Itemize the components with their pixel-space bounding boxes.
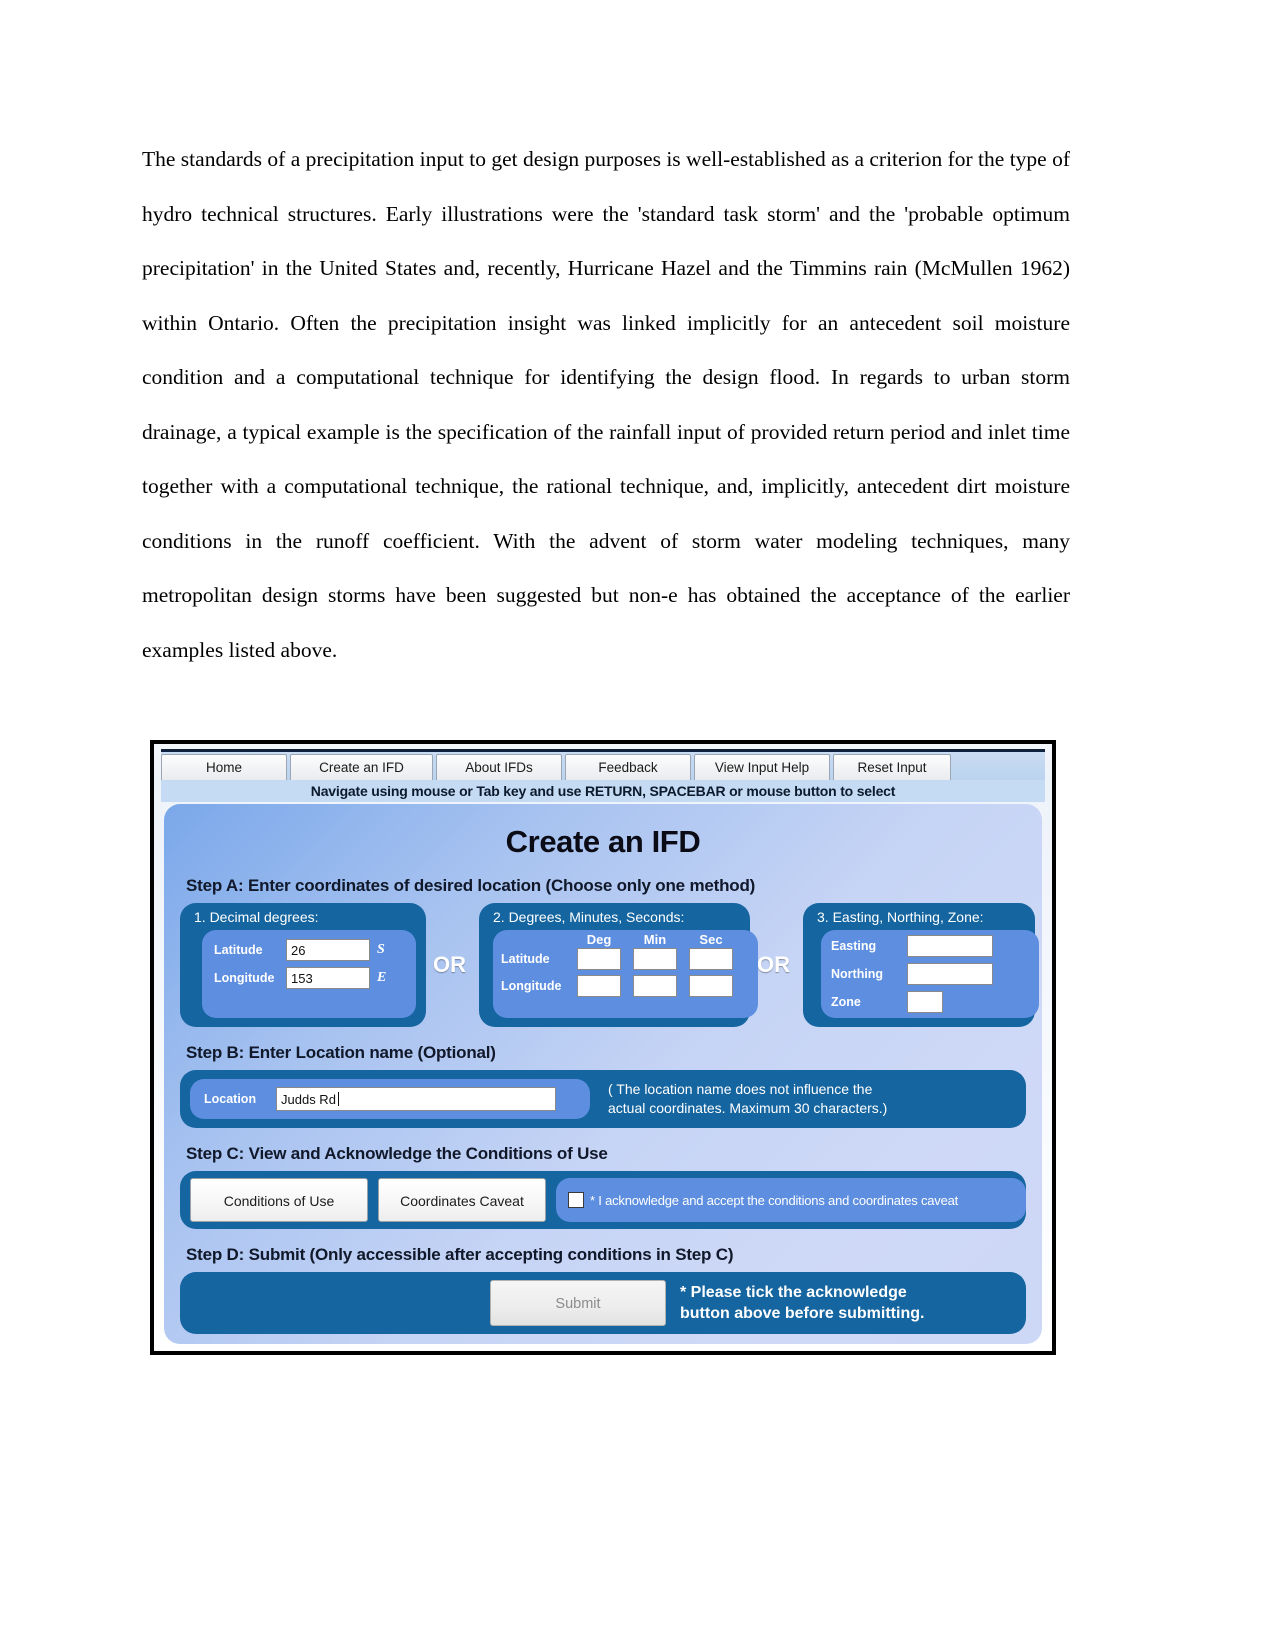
page-title: Create an IFD (505, 824, 701, 859)
submit-note-line-2: button above before submitting. (680, 1305, 925, 1322)
min-column-header: Min (643, 932, 667, 947)
method-decimal-degrees: 1. Decimal degrees: Latitude 26 S Longit… (180, 903, 426, 1027)
deg-column-header: Deg (586, 932, 612, 947)
location-note-line-1: ( The location name does not influence t… (608, 1081, 873, 1097)
acknowledge-group[interactable]: * I acknowledge and accept the condition… (556, 1178, 1026, 1222)
step-c-label: Step C: View and Acknowledge the Conditi… (186, 1144, 608, 1163)
sec-column-header: Sec (699, 932, 723, 947)
zone-input[interactable] (907, 991, 943, 1013)
tab-home[interactable]: Home (161, 754, 287, 780)
step-a-methods: 1. Decimal degrees: Latitude 26 S Longit… (180, 903, 1039, 1027)
method-1-title: 1. Decimal degrees: (194, 909, 319, 925)
latitude-min-input[interactable] (633, 948, 677, 970)
method-2-fields: Deg Min Sec Latitude Longitude (493, 930, 758, 1018)
step-b-bar: Location Judds Rd ( The location name do… (180, 1070, 1026, 1128)
location-input-value: Judds Rd (281, 1092, 336, 1107)
method-easting-northing-zone: 3. Easting, Northing, Zone: Easting Nort… (803, 903, 1039, 1027)
longitude-dms-row: Longitude (501, 975, 758, 997)
location-label: Location (204, 1092, 257, 1106)
acknowledge-checkbox[interactable] (568, 1192, 584, 1208)
latitude-sec-input[interactable] (689, 948, 733, 970)
location-field-group: Location Judds Rd (190, 1079, 590, 1119)
zone-row: Zone (831, 991, 1039, 1013)
longitude-sec-input[interactable] (689, 975, 733, 997)
latitude-label: Latitude (214, 943, 263, 957)
step-d-bar: Submit * Please tick the acknowledge but… (180, 1272, 1026, 1334)
app-window: Home Create an IFD About IFDs Feedback V… (154, 744, 1052, 1351)
method-3-title: 3. Easting, Northing, Zone: (817, 909, 984, 925)
latitude-decimal-row: Latitude 26 S (214, 939, 416, 961)
dms-column-headers: Deg Min Sec (577, 932, 758, 947)
latitude-deg-input[interactable] (577, 948, 621, 970)
longitude-min-input[interactable] (633, 975, 677, 997)
step-a-label: Step A: Enter coordinates of desired loc… (186, 876, 756, 895)
tab-create-an-ifd[interactable]: Create an IFD (290, 754, 433, 780)
conditions-of-use-button[interactable]: Conditions of Use (190, 1178, 368, 1222)
acknowledge-label: * I acknowledge and accept the condition… (590, 1192, 959, 1208)
coordinates-caveat-button[interactable]: Coordinates Caveat (378, 1178, 546, 1222)
easting-row: Easting (831, 935, 1039, 957)
northing-input[interactable] (907, 963, 993, 985)
method-2-title: 2. Degrees, Minutes, Seconds: (493, 909, 685, 925)
longitude-hemisphere-label: E (377, 970, 387, 985)
step-d-label: Step D: Submit (Only accessible after ac… (186, 1245, 734, 1264)
latitude-hemisphere-label: S (377, 942, 385, 957)
submit-button[interactable]: Submit (490, 1280, 666, 1326)
document-paragraph: The standards of a precipitation input t… (142, 147, 1070, 662)
method-3-fields: Easting Northing Zone (821, 930, 1039, 1018)
latitude-dms-label: Latitude (501, 952, 550, 966)
longitude-dms-label: Longitude (501, 979, 562, 993)
tab-feedback[interactable]: Feedback (565, 754, 691, 780)
location-note-line-2: actual coordinates. Maximum 30 character… (608, 1100, 888, 1116)
method-1-fields: Latitude 26 S Longitude 153 E (202, 930, 416, 1018)
submit-note: * Please tick the acknowledge button abo… (680, 1282, 924, 1324)
easting-label: Easting (831, 939, 877, 953)
method-degrees-minutes-seconds: 2. Degrees, Minutes, Seconds: Deg Min Se… (479, 903, 758, 1027)
embedded-screenshot-figure: Home Create an IFD About IFDs Feedback V… (150, 740, 1056, 1355)
step-b-label: Step B: Enter Location name (Optional) (186, 1043, 496, 1062)
zone-label: Zone (831, 995, 861, 1009)
northing-label: Northing (831, 967, 884, 981)
northing-row: Northing (831, 963, 1039, 985)
step-c-bar: Conditions of Use Coordinates Caveat * I… (180, 1171, 1026, 1229)
tab-reset-input[interactable]: Reset Input (833, 754, 951, 780)
or-separator-1: OR (433, 952, 466, 977)
tab-bar: Home Create an IFD About IFDs Feedback V… (161, 749, 1045, 784)
longitude-decimal-row: Longitude 153 E (214, 967, 416, 989)
text-caret (337, 1092, 339, 1106)
location-note: ( The location name does not influence t… (608, 1080, 887, 1118)
main-panel: Create an IFD Step A: Enter coordinates … (164, 804, 1042, 1344)
tab-about-ifds[interactable]: About IFDs (436, 754, 562, 780)
longitude-decimal-input[interactable]: 153 (286, 967, 370, 989)
latitude-decimal-input[interactable]: 26 (286, 939, 370, 961)
location-input[interactable]: Judds Rd (276, 1087, 556, 1111)
submit-note-line-1: * Please tick the acknowledge (680, 1284, 907, 1301)
latitude-dms-row: Latitude (501, 948, 758, 970)
tab-view-input-help[interactable]: View Input Help (694, 754, 830, 780)
navigation-hint: Navigate using mouse or Tab key and use … (161, 780, 1045, 802)
document-body: The standards of a precipitation input t… (142, 132, 1070, 677)
longitude-deg-input[interactable] (577, 975, 621, 997)
easting-input[interactable] (907, 935, 993, 957)
longitude-label: Longitude (214, 971, 275, 985)
